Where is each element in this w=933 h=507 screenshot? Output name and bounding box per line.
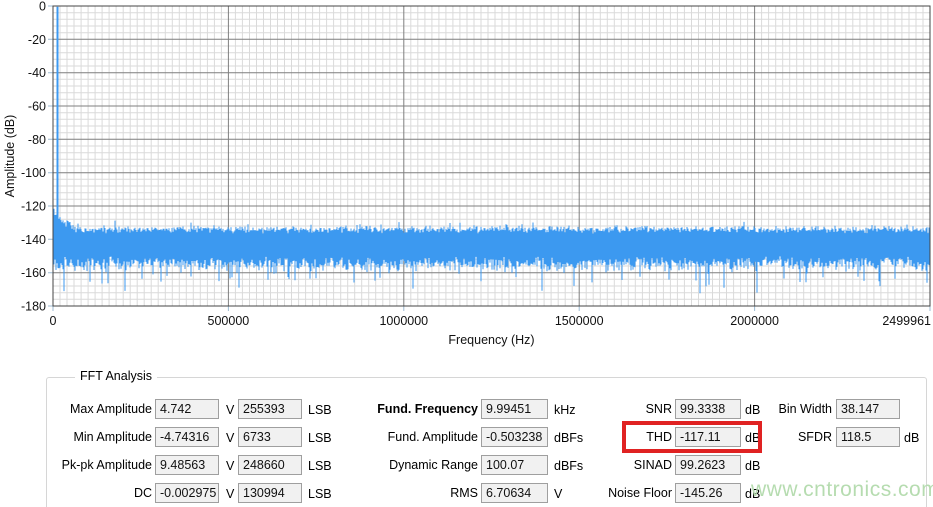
- value-box[interactable]: 100.07: [481, 455, 548, 475]
- field-label: Pk-pk Amplitude: [61, 458, 152, 472]
- value-box[interactable]: 99.2623: [675, 455, 741, 475]
- spectrum-trace: [53, 6, 930, 294]
- value-box[interactable]: -4.74316: [155, 427, 219, 447]
- y-tick-label: -120: [21, 200, 46, 214]
- field-label: RMS: [450, 486, 478, 500]
- y-tick-label: -20: [28, 33, 46, 47]
- x-tick-label: 2000000: [730, 314, 779, 328]
- unit-label: V: [554, 487, 563, 501]
- value-box[interactable]: 38.147: [836, 399, 900, 419]
- y-tick-label: 0: [39, 0, 46, 14]
- field-label: DC: [133, 486, 152, 500]
- lsb-value-box[interactable]: 255393: [238, 399, 302, 419]
- y-tick-label: -100: [21, 166, 46, 180]
- field-label: Min Amplitude: [73, 430, 152, 444]
- unit-label: dBFs: [554, 459, 584, 473]
- field-label: Noise Floor: [608, 486, 672, 500]
- lsb-unit-label: LSB: [308, 459, 332, 473]
- unit-label: V: [226, 431, 235, 445]
- value-box[interactable]: 6.70634: [481, 483, 548, 503]
- y-tick-label: -180: [21, 300, 46, 314]
- unit-label: V: [226, 487, 235, 501]
- field-label: SNR: [645, 402, 672, 416]
- value-box[interactable]: -145.26: [675, 483, 741, 503]
- x-axis-title: Frequency (Hz): [448, 333, 534, 347]
- lsb-unit-label: LSB: [308, 403, 332, 417]
- field-label: Dynamic Range: [389, 458, 478, 472]
- unit-label: dB: [745, 459, 761, 473]
- value-box[interactable]: -0.002975: [155, 483, 219, 503]
- field-label: Bin Width: [778, 402, 833, 416]
- value-box[interactable]: 9.48563: [155, 455, 219, 475]
- value-box[interactable]: 118.5: [836, 427, 900, 447]
- x-tick-label: 2499961: [882, 314, 931, 328]
- groupbox-title: FFT Analysis: [75, 369, 158, 383]
- value-box[interactable]: 9.99451: [481, 399, 548, 419]
- field-label: Fund. Amplitude: [387, 430, 478, 444]
- lsb-value-box[interactable]: 6733: [238, 427, 302, 447]
- fft-spectrum-chart: 0 500000 1000000 1500000 2000000 2499961 0 -20 -…: [3, 0, 931, 347]
- value-box[interactable]: 4.742: [155, 399, 219, 419]
- watermark-text: www.cntronics.com: [751, 478, 933, 501]
- unit-label: dBFs: [554, 431, 584, 445]
- thd-highlight-rectangle: [622, 421, 762, 453]
- y-tick-label: -60: [28, 100, 46, 114]
- field-label: Fund. Frequency: [377, 402, 478, 416]
- lsb-unit-label: LSB: [308, 431, 332, 445]
- value-box[interactable]: 99.3338: [675, 399, 741, 419]
- unit-label: dB: [745, 403, 761, 417]
- field-label: SFDR: [797, 430, 832, 444]
- y-tick-label: -140: [21, 233, 46, 247]
- x-tick-label: 1500000: [555, 314, 604, 328]
- app-window: 0 500000 1000000 1500000 2000000 2499961 0 -20 -…: [0, 0, 933, 507]
- unit-label: kHz: [554, 403, 576, 417]
- unit-label: V: [226, 403, 235, 417]
- x-tick-label: 1000000: [379, 314, 428, 328]
- lsb-unit-label: LSB: [308, 487, 332, 501]
- unit-label: dB: [904, 431, 920, 445]
- y-axis-title: Amplitude (dB): [3, 115, 17, 198]
- lsb-value-box[interactable]: 130994: [238, 483, 302, 503]
- lsb-value-box[interactable]: 248660: [238, 455, 302, 475]
- field-label: Max Amplitude: [70, 402, 152, 416]
- unit-label: V: [226, 459, 235, 473]
- y-tick-label: -80: [28, 133, 46, 147]
- x-tick-label: 0: [50, 314, 57, 328]
- y-tick-label: -40: [28, 66, 46, 80]
- y-tick-label: -160: [21, 266, 46, 280]
- value-box[interactable]: -0.503238: [481, 427, 548, 447]
- field-label: SINAD: [633, 458, 672, 472]
- x-tick-label: 500000: [208, 314, 250, 328]
